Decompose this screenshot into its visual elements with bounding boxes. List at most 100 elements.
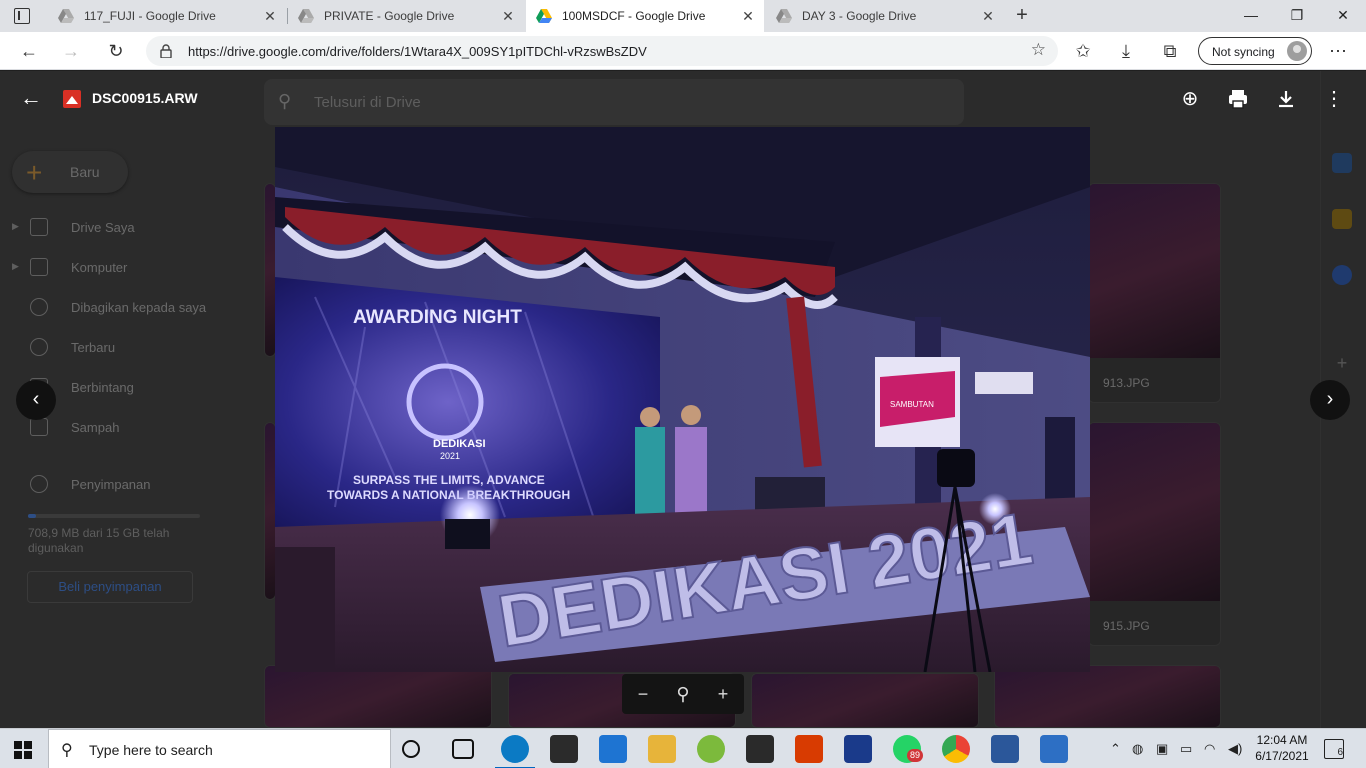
expand-icon[interactable]: ▶ <box>12 261 19 272</box>
new-tab-button[interactable]: + <box>1010 4 1034 28</box>
profile-sync-button[interactable]: Not syncing <box>1198 37 1312 65</box>
file-thumbnail[interactable] <box>264 665 492 728</box>
downloads-icon[interactable]: ⤓ <box>1113 38 1139 64</box>
close-tab-icon[interactable]: ✕ <box>500 8 516 25</box>
cloud-icon <box>30 475 48 493</box>
file-thumbnail <box>1089 423 1220 601</box>
add-addon-icon[interactable]: + <box>1332 353 1352 373</box>
google-drive-icon <box>58 9 74 23</box>
sidebar-item-terbaru[interactable]: Terbaru <box>0 334 250 362</box>
url-text: https://drive.google.com/drive/folders/1… <box>188 44 647 59</box>
sidebar-item-label: Terbaru <box>71 340 116 355</box>
close-window-button[interactable]: ✕ <box>1320 0 1366 32</box>
add-favorite-icon[interactable]: ☆ <box>1031 40 1046 60</box>
wifi-icon[interactable]: ◠ <box>1204 741 1215 757</box>
sidebar-item-drive-saya[interactable]: ▶ Drive Saya <box>0 214 250 242</box>
whatsapp-icon[interactable]: 89 <box>893 735 924 763</box>
file-explorer-icon[interactable] <box>648 735 676 763</box>
keep-icon[interactable] <box>1332 209 1352 229</box>
file-thumbnail[interactable] <box>751 673 979 728</box>
banner-title: AWARDING NIGHT <box>353 307 522 328</box>
reload-button[interactable]: ↻ <box>103 38 129 64</box>
sidebar-item-label: Penyimpanan <box>71 477 151 492</box>
new-button[interactable]: + Baru <box>12 151 128 193</box>
zoom-out-button[interactable]: − <box>631 682 655 706</box>
photos-icon[interactable] <box>1040 735 1068 763</box>
banner-tagline-1: SURPASS THE LIMITS, ADVANCE <box>353 473 545 487</box>
photo-preview[interactable]: SAMBUTAN AWARDING NIGHT DEDIKASI 2021 SU… <box>275 127 1090 672</box>
word-icon[interactable] <box>991 735 1019 763</box>
google-drive-icon <box>776 9 792 23</box>
add-shortcut-icon[interactable]: ⊕ <box>1176 85 1204 113</box>
collections-icon[interactable]: ⧉ <box>1157 38 1183 64</box>
notification-count: 6 <box>1337 747 1343 758</box>
screen-label: SAMBUTAN <box>890 400 934 409</box>
file-name: DSC00915.ARW <box>92 90 198 106</box>
tab-100msdcf[interactable]: 100MSDCF - Google Drive ✕ <box>526 0 764 32</box>
tab-117-fuji[interactable]: 117_FUJI - Google Drive ✕ <box>48 0 286 32</box>
file-card[interactable]: 915.JPG <box>1088 422 1221 646</box>
print-icon[interactable] <box>1224 85 1252 113</box>
settings-more-icon[interactable]: ⋯ <box>1325 38 1351 64</box>
sidebar-item-komputer[interactable]: ▶ Komputer <box>0 254 250 282</box>
tab-day-3[interactable]: DAY 3 - Google Drive ✕ <box>766 0 1004 32</box>
battery-icon[interactable]: ▭ <box>1180 741 1192 757</box>
google-drive-icon <box>298 9 314 23</box>
previous-file-button[interactable]: ‹ <box>16 380 56 420</box>
forward-button[interactable]: → <box>58 38 84 64</box>
windows-taskbar: ⚲ Type here to search 89 ⌃ ◍ ▣ ▭ ◠ ◀) 12… <box>0 728 1366 768</box>
show-hidden-icons[interactable]: ⌃ <box>1110 741 1121 757</box>
lock-icon[interactable] <box>160 44 172 58</box>
restore-button[interactable]: ❐ <box>1274 0 1320 32</box>
tab-actions-icon[interactable] <box>14 8 30 24</box>
file-thumbnail[interactable] <box>994 665 1221 728</box>
address-bar[interactable]: https://drive.google.com/drive/folders/1… <box>146 36 1058 66</box>
tab-title: 100MSDCF - Google Drive <box>562 9 706 23</box>
tab-title: DAY 3 - Google Drive <box>802 9 917 23</box>
task-view-icon[interactable] <box>452 739 474 759</box>
trash-icon <box>30 418 48 436</box>
cortana-icon[interactable] <box>402 740 420 758</box>
favorites-icon[interactable]: ✩ <box>1070 38 1096 64</box>
system-clock[interactable]: 12:04 AM 6/17/2021 <box>1252 732 1312 764</box>
buy-storage-button[interactable]: Beli penyimpanan <box>27 571 193 603</box>
minimize-button[interactable]: — <box>1228 0 1274 32</box>
close-tab-icon[interactable]: ✕ <box>980 8 996 25</box>
sidebar-item-dibagikan[interactable]: Dibagikan kepada saya <box>0 294 250 322</box>
edge-icon[interactable] <box>495 735 535 768</box>
tab-private[interactable]: PRIVATE - Google Drive ✕ <box>288 0 524 32</box>
more-options-icon[interactable]: ⋮ <box>1320 85 1348 113</box>
store-icon[interactable] <box>550 735 578 763</box>
file-card[interactable]: 913.JPG <box>1088 183 1221 403</box>
calendar-icon[interactable] <box>1332 153 1352 173</box>
notification-center-icon[interactable]: 6 <box>1324 739 1344 759</box>
app-w-icon[interactable] <box>746 735 774 763</box>
app-m-icon[interactable] <box>844 735 872 763</box>
security-icon[interactable]: ▣ <box>1156 741 1168 757</box>
volume-icon[interactable]: ◀) <box>1228 741 1242 757</box>
network-globe-icon[interactable]: ◍ <box>1132 741 1143 757</box>
close-viewer-button[interactable]: ← <box>20 87 42 109</box>
file-name: 915.JPG <box>1103 619 1150 633</box>
back-button[interactable]: ← <box>16 38 42 64</box>
zoom-in-button[interactable]: + <box>711 682 735 706</box>
start-button[interactable] <box>14 741 32 759</box>
banner-year: 2021 <box>440 451 460 461</box>
taskbar-search-input[interactable]: ⚲ Type here to search <box>48 729 391 768</box>
search-placeholder: Type here to search <box>89 742 213 758</box>
close-tab-icon[interactable]: ✕ <box>740 8 756 25</box>
file-thumbnail <box>1089 184 1220 358</box>
expand-icon[interactable]: ▶ <box>12 221 19 232</box>
storage-text: 708,9 MB dari 15 GB telah digunakan <box>28 526 170 555</box>
sync-label: Not syncing <box>1212 45 1275 59</box>
sidebar-item-penyimpanan[interactable]: Penyimpanan <box>0 471 250 499</box>
zoom-reset-icon[interactable]: ⚲ <box>671 682 695 706</box>
next-file-button[interactable]: › <box>1310 380 1350 420</box>
qgis-icon[interactable] <box>697 735 725 763</box>
chrome-icon[interactable] <box>942 735 970 763</box>
download-icon[interactable] <box>1272 85 1300 113</box>
close-tab-icon[interactable]: ✕ <box>262 8 278 25</box>
tasks-icon[interactable] <box>1332 265 1352 285</box>
office-icon[interactable] <box>795 735 823 763</box>
mail-icon[interactable] <box>599 735 627 763</box>
